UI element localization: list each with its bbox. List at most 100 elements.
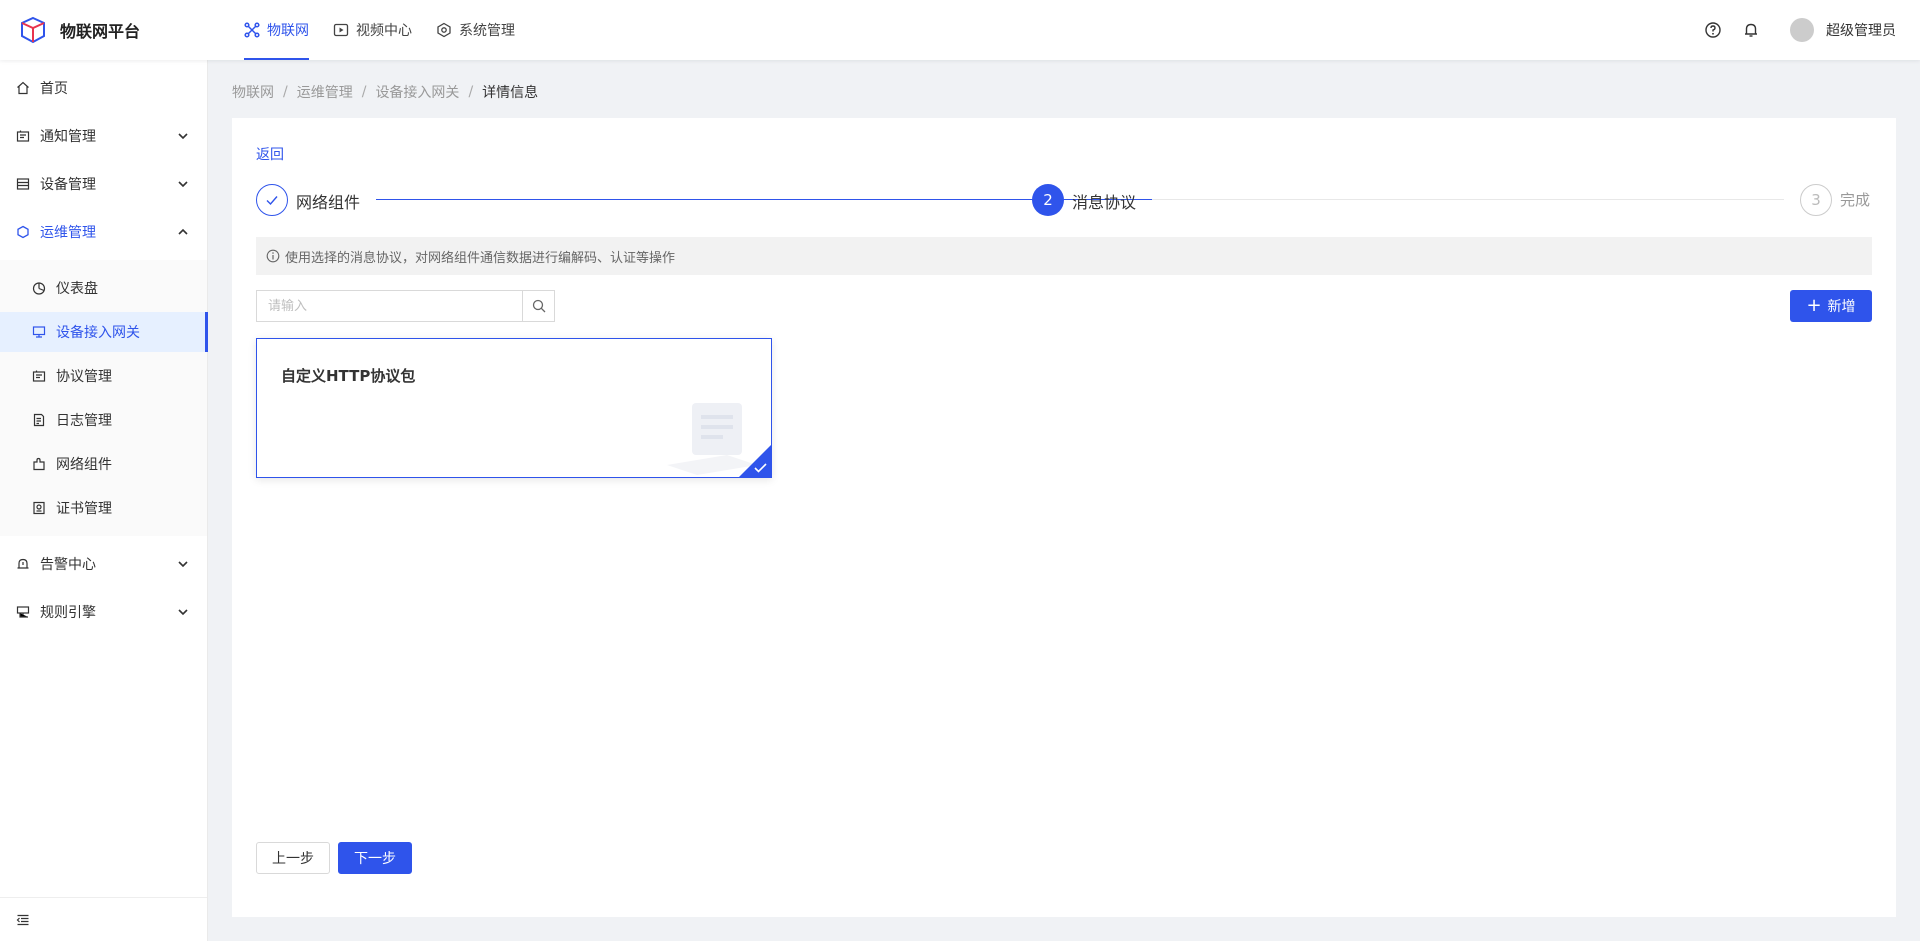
sidebar-item-label: 通知管理 — [40, 129, 96, 145]
next-step-button[interactable]: 下一步 — [338, 842, 412, 874]
chevron-down-icon — [178, 609, 188, 616]
step-2-line — [1152, 199, 1784, 200]
step-1-title: 网络组件 — [296, 193, 361, 212]
sidebar-item-certificate[interactable]: 证书管理 — [0, 488, 207, 528]
username[interactable]: 超级管理员 — [1826, 20, 1896, 40]
step-3-number: 3 — [1811, 191, 1821, 209]
protocol-card[interactable]: 自定义HTTP协议包 — [256, 338, 772, 478]
back-link[interactable]: 返回 — [256, 144, 284, 164]
sidebar-collapse-button[interactable] — [0, 897, 207, 941]
sidebar-item-notice[interactable]: 通知管理 — [0, 116, 207, 156]
step-2-title: 消息协议 — [1072, 193, 1137, 212]
topnav-iot[interactable]: 物联网 — [232, 0, 321, 60]
sidebar-item-protocol[interactable]: 协议管理 — [0, 356, 207, 396]
alarm-icon — [17, 558, 29, 569]
breadcrumb: 物联网 / 运维管理 / 设备接入网关 / 详情信息 — [232, 82, 538, 102]
sidebar-item-device[interactable]: 设备管理 — [0, 164, 207, 204]
step-3-title: 完成 — [1840, 191, 1871, 209]
sidebar-item-rule[interactable]: 规则引擎 — [0, 592, 207, 632]
chevron-down-icon — [178, 133, 188, 140]
top-header: 物联网平台 物联网 视频中心 系统管理 超级管理员 — [0, 0, 1920, 60]
breadcrumb-ops[interactable]: 运维管理 — [297, 82, 353, 102]
sidebar-item-label: 设备接入网关 — [56, 325, 140, 341]
certificate-icon — [33, 501, 45, 515]
breadcrumb-separator: / — [361, 84, 367, 100]
search-icon — [532, 299, 545, 313]
topnav-video[interactable]: 视频中心 — [321, 0, 424, 60]
add-button[interactable]: + 新增 — [1790, 290, 1872, 322]
sidebar-item-ops[interactable]: 运维管理 — [0, 212, 207, 252]
plus-icon: + — [1806, 295, 1822, 316]
rule-icon — [16, 606, 30, 618]
sidebar-item-label: 证书管理 — [56, 501, 112, 517]
sidebar-item-label: 协议管理 — [56, 369, 112, 385]
footer-buttons: 上一步 下一步 — [256, 842, 412, 874]
logo-cube-icon — [21, 16, 45, 44]
sidebar-item-label: 规则引擎 — [40, 605, 96, 621]
step-2-number: 2 — [1043, 191, 1053, 209]
breadcrumb-separator: / — [468, 84, 474, 100]
step-2-circle: 2 — [1032, 184, 1064, 216]
add-button-label: 新增 — [1827, 299, 1856, 315]
sidebar-item-label: 仪表盘 — [56, 281, 98, 297]
sidebar-item-dashboard[interactable]: 仪表盘 — [0, 268, 207, 308]
video-icon — [333, 23, 349, 37]
info-alert: 使用选择的消息协议，对网络组件通信数据进行编解码、认证等操作 — [256, 237, 1872, 275]
step-1-circle — [256, 184, 288, 216]
topnav-system[interactable]: 系统管理 — [424, 0, 527, 60]
sidebar-item-alarm[interactable]: 告警中心 — [0, 544, 207, 584]
logo[interactable]: 物联网平台 — [0, 15, 232, 45]
selected-check-icon — [739, 445, 771, 477]
network-icon — [33, 457, 45, 471]
detail-card: 返回 网络组件 2 消息协议 3 完成 使用选择的消息协议，对网络组件通信数据进… — [232, 118, 1896, 917]
breadcrumb-gateway[interactable]: 设备接入网关 — [375, 82, 459, 102]
sidebar-item-label: 网络组件 — [56, 457, 112, 473]
sidebar-item-log[interactable]: 日志管理 — [0, 400, 207, 440]
topnav-video-label: 视频中心 — [356, 23, 412, 39]
header-right: 超级管理员 — [1694, 18, 1920, 42]
check-icon — [266, 196, 278, 206]
chevron-up-icon — [178, 228, 188, 235]
chevron-down-icon — [178, 561, 188, 568]
sidebar-item-label: 设备管理 — [40, 177, 96, 193]
topnav-system-label: 系统管理 — [459, 23, 515, 39]
protocol-icon — [32, 370, 46, 382]
sidebar-item-label: 运维管理 — [40, 225, 96, 241]
sidebar-item-label: 告警中心 — [40, 557, 96, 573]
breadcrumb-separator: / — [283, 84, 288, 100]
log-icon — [33, 413, 45, 427]
sidebar-item-home[interactable]: 首页 — [0, 68, 207, 108]
search-box — [256, 290, 555, 322]
chevron-down-icon — [178, 181, 188, 188]
prev-step-button[interactable]: 上一步 — [256, 842, 330, 874]
system-icon — [437, 22, 451, 38]
step-3-circle: 3 — [1800, 184, 1832, 216]
info-icon — [266, 249, 280, 263]
search-button[interactable] — [522, 291, 554, 321]
breadcrumb-iot[interactable]: 物联网 — [232, 82, 274, 102]
breadcrumb-current: 详情信息 — [482, 85, 539, 101]
protocol-card-title: 自定义HTTP协议包 — [281, 367, 416, 385]
ops-icon — [17, 225, 29, 239]
home-icon — [17, 81, 29, 95]
dashboard-icon — [32, 282, 46, 295]
sidebar-item-label: 日志管理 — [56, 413, 112, 429]
device-icon — [16, 178, 30, 190]
sidebar-item-gateway[interactable]: 设备接入网关 — [0, 312, 208, 352]
avatar[interactable] — [1790, 18, 1814, 42]
top-nav: 物联网 视频中心 系统管理 — [232, 0, 527, 60]
notice-icon — [16, 130, 30, 142]
search-input[interactable] — [257, 291, 522, 321]
bell-icon[interactable] — [1742, 21, 1760, 39]
steps: 网络组件 2 消息协议 3 完成 — [256, 184, 1872, 216]
sidebar-item-network[interactable]: 网络组件 — [0, 444, 207, 484]
iot-icon — [244, 22, 260, 38]
ops-submenu: 仪表盘 设备接入网关 协议管理 日志管理 网络组件 证书管理 — [0, 260, 208, 536]
menu-fold-icon — [16, 914, 29, 925]
info-alert-text: 使用选择的消息协议，对网络组件通信数据进行编解码、认证等操作 — [285, 250, 676, 266]
sidebar-item-label: 首页 — [40, 81, 68, 97]
help-icon[interactable] — [1704, 21, 1722, 39]
step-1-line — [376, 199, 1272, 200]
logo-text: 物联网平台 — [60, 22, 141, 41]
topnav-iot-label: 物联网 — [267, 23, 309, 39]
